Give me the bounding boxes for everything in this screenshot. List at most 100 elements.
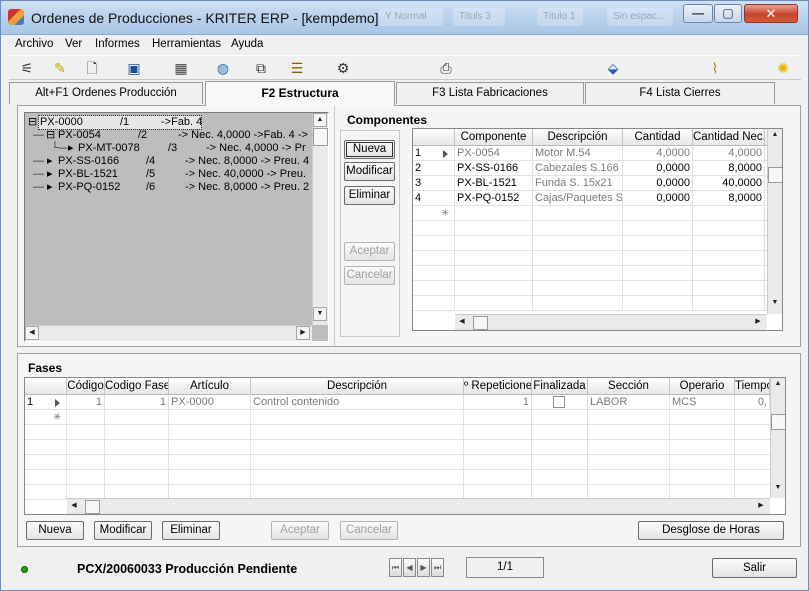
new-row[interactable]: ✳	[25, 410, 770, 425]
menu-herramientas[interactable]: Herramientas	[152, 38, 221, 50]
column-header[interactable]: Componente	[455, 129, 533, 146]
eraser-icon[interactable]: ⬙	[604, 60, 622, 76]
expand-icon[interactable]: ▸	[47, 155, 53, 168]
tree-icon[interactable]: ⚟	[18, 60, 36, 76]
codigo-fase-cell[interactable]: 1	[105, 395, 169, 410]
highlighter-icon[interactable]: ✎	[51, 60, 69, 76]
cancelar-fase-button[interactable]: Cancelar	[340, 521, 398, 540]
cantidad-nec-cell[interactable]: 8,0000	[693, 191, 765, 206]
tab-estructura[interactable]: F2 Estructura	[205, 81, 395, 106]
scroll-thumb[interactable]	[313, 128, 328, 146]
scroll-up-icon[interactable]: ▲	[771, 378, 785, 392]
desglose-horas-button[interactable]: Desglose de Horas	[638, 521, 784, 540]
maximize-button[interactable]: ▢	[714, 4, 742, 23]
tree-node[interactable]: — ▸ PX-BL-1521 /5 -> Nec. 40,0000 -> Pre…	[28, 168, 328, 181]
cantidad-cell[interactable]: 0,0000	[623, 161, 693, 176]
column-header[interactable]: Cantidad Nec.	[693, 129, 765, 146]
componente-cell[interactable]: PX-BL-1521	[455, 176, 533, 191]
column-header[interactable]: Descripción	[251, 378, 464, 395]
new-row[interactable]: ✳	[413, 206, 767, 221]
nueva-componente-button[interactable]: Nueva	[344, 140, 395, 159]
eliminar-fase-button[interactable]: Eliminar	[162, 521, 220, 540]
descripcion-cell[interactable]: Funda S. 15x21	[533, 176, 623, 191]
repeticiones-cell[interactable]: 1	[464, 395, 532, 410]
tools-icon[interactable]: ⚙	[334, 60, 352, 76]
scroll-left-icon[interactable]: ◀	[455, 316, 469, 330]
paperclip-icon[interactable]: ⌇	[706, 60, 724, 76]
column-header[interactable]: Codigo Fase	[105, 378, 169, 395]
calculator-icon[interactable]: ▦	[172, 60, 190, 76]
scroll-down-icon[interactable]: ▼	[313, 307, 327, 321]
column-header[interactable]: Operario	[670, 378, 735, 395]
search-window-icon[interactable]: ▣	[125, 60, 143, 76]
componente-cell[interactable]: PX-SS-0166	[455, 161, 533, 176]
cantidad-nec-cell[interactable]: 8,0000	[693, 161, 765, 176]
column-header[interactable]: Tiempo	[735, 378, 770, 395]
table-row[interactable]: 1 1 1 PX-0000 Control contenido 1 LABOR …	[25, 395, 770, 410]
globe-icon[interactable]: ◍	[214, 60, 232, 76]
aceptar-componente-button[interactable]: Aceptar	[344, 242, 395, 261]
nueva-fase-button[interactable]: Nueva	[26, 521, 84, 540]
column-header[interactable]: º Repeticione	[464, 378, 532, 395]
scroll-up-icon[interactable]: ▲	[313, 113, 327, 127]
structure-tree[interactable]: ⊟ PX-0000 /1 ->Fab. 4 — ⊟ PX-0054 /2 -> …	[24, 112, 329, 342]
salir-button[interactable]: Salir	[712, 558, 797, 578]
descripcion-cell[interactable]: Cabezales S.166	[533, 161, 623, 176]
scroll-thumb[interactable]	[768, 167, 782, 183]
printer-icon[interactable]: ⎙	[437, 60, 455, 76]
scroll-thumb[interactable]	[85, 500, 100, 514]
modificar-componente-button[interactable]: Modificar	[344, 162, 395, 181]
tree-horizontal-scrollbar[interactable]: ◀ ▶	[25, 325, 312, 341]
eliminar-componente-button[interactable]: Eliminar	[344, 186, 395, 205]
empty-cell[interactable]	[623, 206, 693, 221]
tree-node[interactable]: — ▸ PX-PQ-0152 /6 -> Nec. 8,0000 -> Preu…	[28, 181, 328, 194]
column-header[interactable]: Artículo	[169, 378, 251, 395]
next-record-icon[interactable]: ▶	[417, 558, 430, 577]
fases-grid[interactable]: Código Codigo Fase Artículo Descripción …	[24, 377, 786, 515]
finalizada-checkbox[interactable]	[553, 396, 565, 408]
componentes-grid[interactable]: Componente Descripción Cantidad Cantidad…	[412, 128, 783, 331]
checklist-icon[interactable]: ☰	[288, 60, 306, 76]
scroll-thumb[interactable]	[473, 316, 488, 330]
scroll-down-icon[interactable]: ▼	[771, 482, 785, 496]
empty-cell[interactable]	[455, 206, 533, 221]
table-row[interactable]: 1 PX-0054 Motor M.54 4,0000 4,0000	[413, 146, 767, 161]
componente-cell[interactable]: PX-PQ-0152	[455, 191, 533, 206]
componentes-vertical-scrollbar[interactable]: ▲ ▼	[767, 129, 782, 314]
scroll-up-icon[interactable]: ▲	[768, 129, 782, 143]
aceptar-fase-button[interactable]: Aceptar	[271, 521, 329, 540]
cantidad-cell[interactable]: 4,0000	[623, 146, 693, 161]
tree-node[interactable]: ⊟ PX-0000 /1 ->Fab. 4	[28, 115, 328, 130]
empty-cell[interactable]	[533, 206, 623, 221]
codigo-cell[interactable]: 1	[67, 395, 105, 410]
scroll-right-icon[interactable]: ▶	[751, 316, 765, 330]
cancelar-componente-button[interactable]: Cancelar	[344, 266, 395, 285]
column-header[interactable]: Código	[67, 378, 105, 395]
preview-icon[interactable]: 🗋	[83, 60, 101, 76]
tab-lista-cierres[interactable]: F4 Lista Cierres	[585, 82, 775, 104]
menu-ver[interactable]: Ver	[65, 38, 82, 50]
title-bar[interactable]: Ordenes de Producciones - KRITER ERP - […	[1, 1, 808, 35]
tree-node[interactable]: └— ▸ PX-MT-0078 /3 -> Nec. 4,0000 -> Pr	[28, 142, 328, 155]
cantidad-cell[interactable]: 0,0000	[623, 191, 693, 206]
descripcion-cell[interactable]: Motor M.54	[533, 146, 623, 161]
expand-icon[interactable]: ▸	[47, 181, 53, 194]
collapse-icon[interactable]: ⊟	[28, 116, 37, 129]
table-row[interactable]: 2 PX-SS-0166 Cabezales S.166 0,0000 8,00…	[413, 161, 767, 176]
articulo-cell[interactable]: PX-0000	[169, 395, 251, 410]
minimize-button[interactable]: —	[683, 4, 713, 23]
previous-record-icon[interactable]: ◀	[403, 558, 416, 577]
menu-archivo[interactable]: Archivo	[15, 38, 53, 50]
column-header[interactable]: Sección	[588, 378, 670, 395]
cantidad-nec-cell[interactable]: 40,0000	[693, 176, 765, 191]
scroll-left-icon[interactable]: ◀	[25, 326, 39, 340]
table-row[interactable]: 4 PX-PQ-0152 Cajas/Paquetes S 0,0000 8,0…	[413, 191, 767, 206]
document-copy-icon[interactable]: ⧉	[252, 60, 270, 76]
scroll-down-icon[interactable]: ▼	[768, 297, 782, 311]
descripcion-cell[interactable]: Cajas/Paquetes S	[533, 191, 623, 206]
tiempo-cell[interactable]: 0,	[735, 395, 770, 410]
menu-informes[interactable]: Informes	[95, 38, 140, 50]
operario-cell[interactable]: MCS	[670, 395, 735, 410]
tab-lista-fabricaciones[interactable]: F3 Lista Fabricaciones	[396, 82, 584, 104]
menu-ayuda[interactable]: Ayuda	[231, 38, 263, 50]
